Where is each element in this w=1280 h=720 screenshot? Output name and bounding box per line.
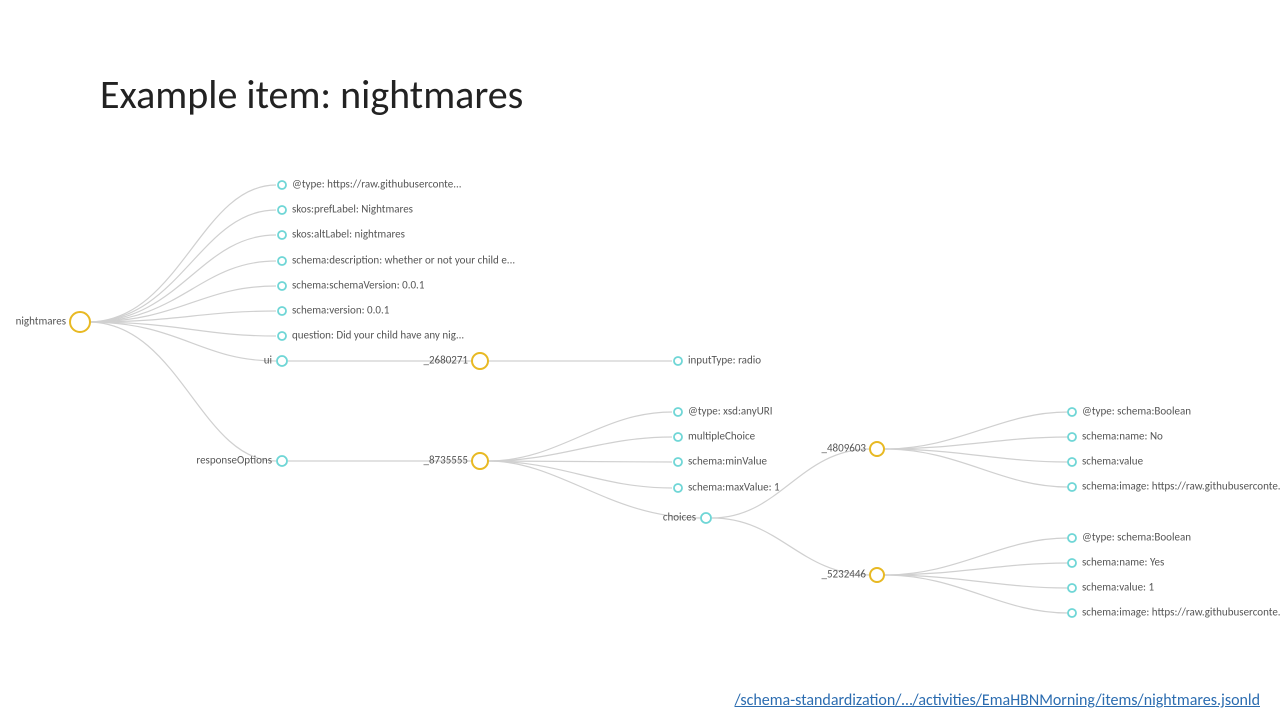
node-ui-id-label: _2680271 [423, 354, 468, 367]
edge [88, 322, 276, 336]
leaf-node[interactable] [674, 408, 682, 416]
leaf-label: schema:name: No [1082, 430, 1163, 443]
node-choice-1[interactable] [870, 568, 884, 582]
leaf-label: @type: schema:Boolean [1082, 531, 1191, 544]
leaf-node[interactable] [674, 357, 682, 365]
leaf-node[interactable] [1068, 483, 1076, 491]
leaf-node[interactable] [1068, 458, 1076, 466]
leaf-label: schema:image: https://raw.githubusercont… [1082, 480, 1280, 493]
leaf-node[interactable] [1068, 408, 1076, 416]
leaf-node[interactable] [1068, 433, 1076, 441]
edge [88, 185, 276, 322]
node-choice-1-label: _5232446 [821, 568, 866, 581]
leaf-node[interactable] [278, 332, 286, 340]
leaf-label: @type: xsd:anyURI [688, 405, 773, 418]
leaf-node[interactable] [674, 484, 682, 492]
leaf-label: @type: https://raw.githubuserconte... [292, 178, 462, 191]
leaf-label: schema:name: Yes [1082, 556, 1164, 569]
leaf-label: @type: schema:Boolean [1082, 405, 1191, 418]
leaf-node[interactable] [278, 231, 286, 239]
edge [88, 235, 276, 322]
leaf-label: schema:description: whether or not your … [292, 254, 515, 267]
edge [88, 210, 276, 322]
edge [488, 461, 700, 518]
leaf-label: skos:prefLabel: Nightmares [292, 203, 413, 216]
leaf-node[interactable] [1068, 534, 1076, 542]
leaf-node[interactable] [278, 282, 286, 290]
node-response-options-label: responseOptions [196, 454, 272, 467]
leaf-label: schema:version: 0.0.1 [292, 304, 390, 317]
leaf-node[interactable] [278, 206, 286, 214]
leaf-label: schema:maxValue: 1 [688, 481, 780, 494]
leaf-node[interactable] [278, 181, 286, 189]
node-responseoptions-id[interactable] [472, 453, 488, 469]
leaf-label: multipleChoice [688, 430, 756, 443]
leaf-label: schema:minValue [688, 455, 767, 468]
leaf-node[interactable] [1068, 559, 1076, 567]
leaf-label: schema:value [1082, 455, 1144, 468]
leaf-label: question: Did your child have any nig... [292, 329, 464, 342]
edge [488, 437, 672, 461]
leaf-label: schema:image: https://raw.githubusercont… [1082, 606, 1280, 619]
node-choice-0[interactable] [870, 442, 884, 456]
leaf-node[interactable] [1068, 609, 1076, 617]
edge [488, 412, 672, 461]
leaf-label: schema:schemaVersion: 0.0.1 [292, 279, 425, 292]
leaf-label: schema:value: 1 [1082, 581, 1154, 594]
edge [712, 518, 870, 575]
leaf-label: inputType: radio [688, 354, 761, 367]
leaf-node[interactable] [278, 257, 286, 265]
edge [488, 461, 672, 488]
node-choice-0-label: _4809603 [821, 442, 866, 455]
leaf-node[interactable] [674, 458, 682, 466]
leaf-node[interactable] [674, 433, 682, 441]
node-responseoptions-id-label: _8735555 [423, 454, 468, 467]
leaf-node[interactable] [278, 307, 286, 315]
node-response-options[interactable] [277, 456, 287, 466]
node-ui[interactable] [277, 356, 287, 366]
node-root-label: nightmares [16, 315, 66, 328]
edge [88, 261, 276, 322]
node-ui-label: ui [264, 354, 272, 367]
graph-canvas: nightmares @type: https://raw.githubuser… [0, 0, 1280, 720]
root-leaf-group: @type: https://raw.githubuserconte... sk… [278, 178, 515, 342]
node-choices[interactable] [701, 513, 711, 523]
node-ui-id[interactable] [472, 353, 488, 369]
footer-link[interactable]: /schema-standardization/…/activities/Ema… [735, 691, 1261, 710]
node-root[interactable] [70, 312, 90, 332]
leaf-label: skos:altLabel: nightmares [292, 228, 405, 241]
leaf-node[interactable] [1068, 584, 1076, 592]
node-choices-label: choices [663, 511, 696, 524]
edge [88, 322, 276, 461]
